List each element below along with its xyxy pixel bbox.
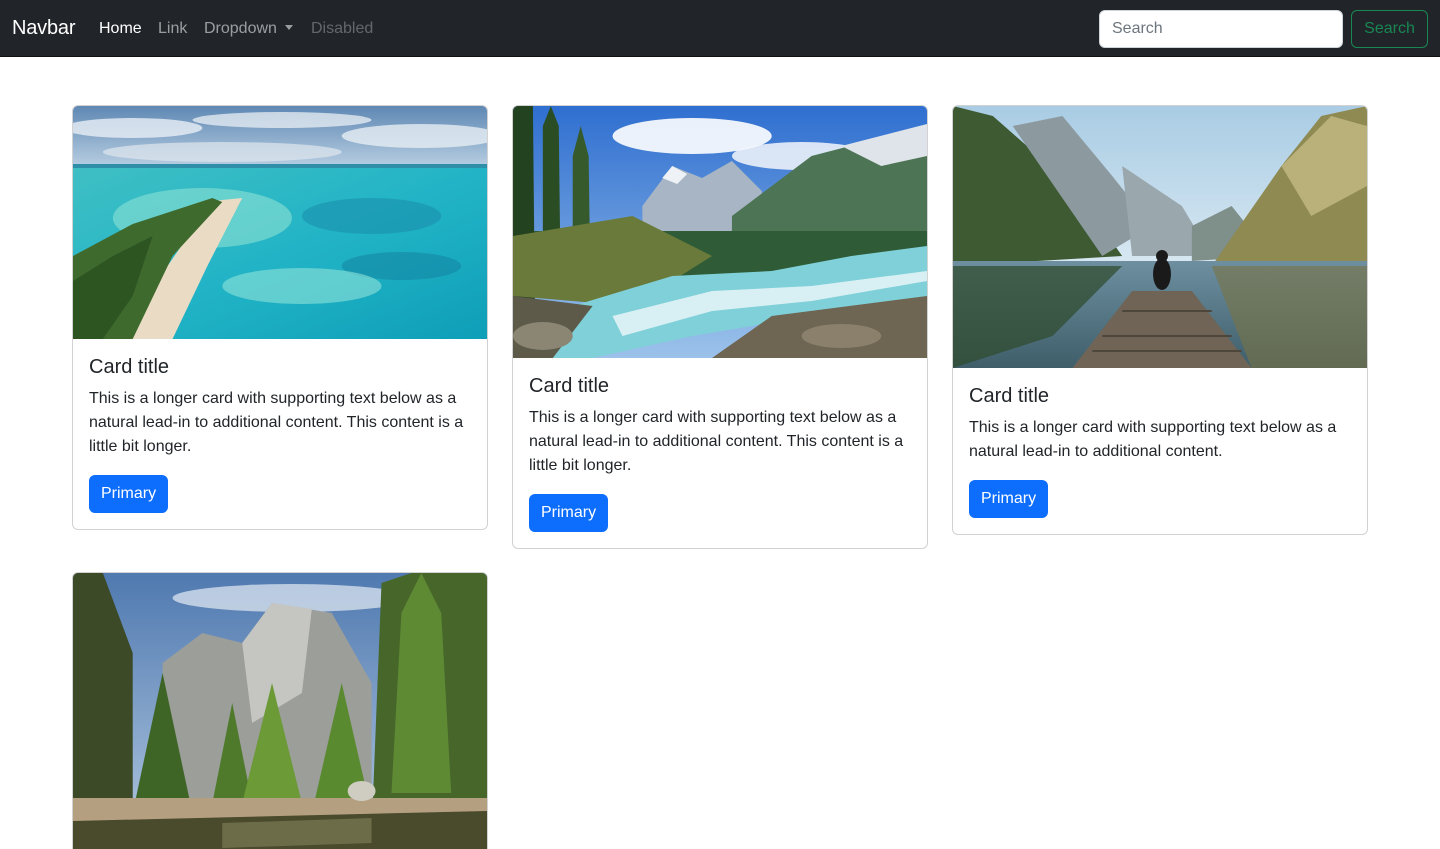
nav-dropdown-toggle[interactable]: Dropdown bbox=[204, 19, 293, 39]
card: Card title This is a longer card with su… bbox=[512, 105, 928, 549]
card-body: Card title This is a longer card with su… bbox=[73, 339, 487, 529]
card: Card title This is a longer card with su… bbox=[72, 105, 488, 530]
nav-link-disabled: Disabled bbox=[311, 20, 374, 37]
card-image-forest bbox=[73, 573, 487, 849]
card-title: Card title bbox=[969, 385, 1050, 407]
card-body: Card title This is a longer card with su… bbox=[513, 358, 927, 548]
card-text: This is a longer card with supporting te… bbox=[89, 390, 464, 455]
nav-dropdown-label: Dropdown bbox=[204, 20, 277, 37]
chevron-down-icon bbox=[284, 25, 293, 30]
card-image-lake bbox=[953, 106, 1367, 368]
primary-button[interactable]: Primary bbox=[969, 480, 1049, 518]
card-text: This is a longer card with supporting te… bbox=[529, 409, 904, 474]
navbar: Navbar Home Link Dropdown Disabled Searc… bbox=[0, 0, 1440, 57]
forest-cliff-photo bbox=[73, 573, 487, 849]
lake-dock-photo bbox=[953, 106, 1367, 368]
card-title: Card title bbox=[89, 356, 170, 378]
card-image-beach bbox=[73, 106, 487, 339]
mountain-river-photo bbox=[513, 106, 927, 358]
nav-link-home[interactable]: Home bbox=[99, 19, 142, 39]
navbar-brand[interactable]: Navbar bbox=[12, 16, 75, 40]
card-text: This is a longer card with supporting te… bbox=[969, 419, 1337, 460]
search-button[interactable]: Search bbox=[1351, 10, 1428, 48]
primary-button[interactable]: Primary bbox=[89, 475, 169, 513]
card-body: Card title This is a longer card with su… bbox=[953, 368, 1367, 534]
card: Card title This is a longer card with su… bbox=[952, 105, 1368, 535]
primary-button[interactable]: Primary bbox=[529, 494, 609, 532]
beach-lagoon-photo bbox=[73, 106, 487, 339]
card bbox=[72, 572, 488, 849]
card-title: Card title bbox=[529, 375, 610, 397]
search-input[interactable] bbox=[1099, 10, 1343, 48]
nav-link-link[interactable]: Link bbox=[158, 19, 187, 39]
card-image-river bbox=[513, 106, 927, 358]
